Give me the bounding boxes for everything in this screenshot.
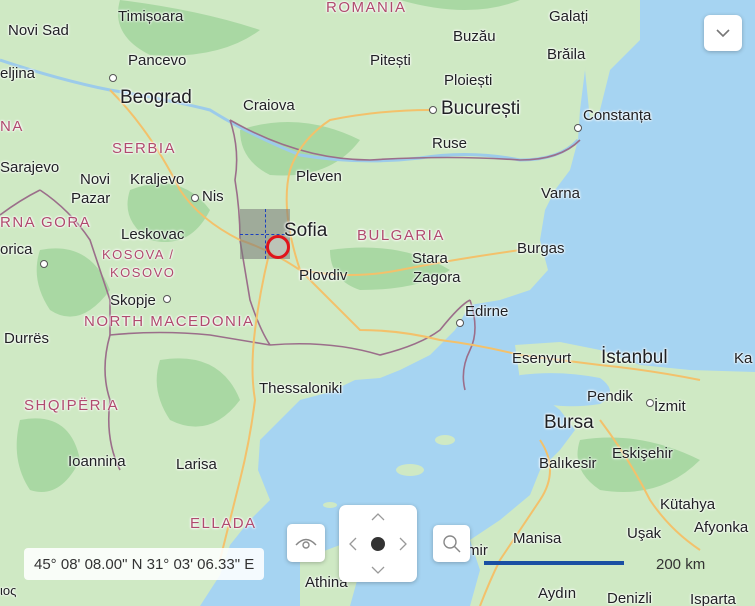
city-dot: [646, 399, 654, 407]
city-label: Ioannina: [68, 453, 126, 470]
city-label: Ruse: [432, 135, 468, 152]
city-dot: [109, 74, 117, 82]
city-label: Pitești: [370, 52, 411, 69]
city-label: İstanbul: [601, 347, 668, 368]
navigation-pad[interactable]: [339, 505, 417, 582]
city-label: Novi: [80, 171, 111, 188]
city-label: Zagora: [413, 269, 461, 286]
country-label: KOSOVO: [110, 265, 176, 280]
city-dot: [163, 295, 171, 303]
coordinates-text: 45° 08' 08.00" N 31° 03' 06.33" E: [34, 555, 255, 573]
country-label: KOSOVA /: [102, 247, 175, 262]
chevron-down-icon: [716, 29, 730, 38]
city-label: Sarajevo: [0, 159, 60, 176]
city-dot: [456, 319, 464, 327]
country-label: NORTH MACEDONIA: [84, 313, 255, 330]
city-label: Buzău: [453, 28, 496, 45]
city-dot: [40, 260, 48, 268]
city-label: Craiova: [243, 97, 295, 114]
city-label: Durrës: [4, 330, 50, 347]
pan-left-icon: [349, 537, 357, 551]
pan-up-icon: [371, 513, 385, 521]
city-dot: [191, 194, 199, 202]
city-label: Brăila: [547, 46, 586, 63]
city-label: Edirne: [465, 303, 509, 320]
city-label: Sofia: [284, 220, 328, 241]
city-label: București: [441, 98, 521, 119]
country-label: BULGARIA: [357, 227, 445, 244]
city-label: Manisa: [513, 530, 562, 547]
city-dot: [574, 124, 582, 132]
coordinates-readout: 45° 08' 08.00" N 31° 03' 06.33" E: [24, 548, 265, 580]
city-label: Varna: [541, 185, 580, 202]
country-label: NA: [0, 118, 24, 135]
city-label: Bursa: [544, 412, 594, 433]
city-label: Burgas: [517, 240, 565, 257]
scale-bar: [484, 561, 624, 565]
city-label: Isparta: [690, 591, 736, 606]
country-label: SERBIA: [112, 140, 177, 157]
city-label: Ploiești: [444, 72, 493, 89]
city-label: Larisa: [176, 456, 217, 473]
city-label: Afyonka: [694, 519, 749, 536]
city-label: Plovdiv: [299, 267, 348, 284]
pan-down-icon: [371, 566, 385, 574]
city-label: İzmit: [654, 398, 686, 415]
city-label: orica: [0, 241, 33, 258]
city-label: Nis: [202, 188, 224, 205]
selection-crosshair-h: [240, 234, 290, 235]
city-label: ιος: [0, 583, 17, 598]
city-label: Esenyurt: [512, 350, 572, 367]
city-label: Kütahya: [660, 496, 716, 513]
city-label: Thessaloniki: [259, 380, 343, 397]
city-label: Uşak: [627, 525, 662, 542]
city-label: eljina: [0, 65, 36, 82]
city-label: Denizli: [607, 590, 653, 606]
city-label: Pazar: [71, 190, 111, 207]
city-label: Kraljevo: [130, 171, 185, 188]
map-viewport[interactable]: ROMANIA NA SERBIA RNA GORA BULGARIA KOSO…: [0, 0, 755, 606]
city-label: Eskişehir: [612, 445, 673, 462]
city-dot: [429, 106, 437, 114]
city-label: Aydın: [538, 585, 577, 602]
center-dot-icon: [371, 537, 385, 551]
city-label: Galați: [549, 8, 589, 25]
city-label: Novi Sad: [8, 22, 69, 39]
scale-label: 200 km: [656, 556, 706, 573]
country-label: ELLADA: [190, 515, 257, 532]
eye-icon: [295, 538, 317, 549]
pan-right-icon: [399, 537, 407, 551]
country-label: RNA GORA: [0, 214, 92, 231]
city-label: Pancevo: [128, 52, 187, 69]
search-button[interactable]: [433, 525, 470, 562]
city-label: mir: [467, 542, 488, 559]
map-menu-button[interactable]: [704, 15, 742, 51]
search-icon: [442, 534, 460, 552]
city-label: Beograd: [120, 87, 192, 108]
city-label: Constanța: [583, 107, 652, 124]
dpad-icon: [349, 513, 407, 574]
city-label: Timișoara: [118, 8, 184, 25]
view-toggle-button[interactable]: [287, 524, 325, 562]
city-label: Pleven: [296, 168, 342, 185]
city-label: Stara: [412, 250, 448, 267]
city-label: Leskovac: [121, 226, 185, 243]
city-label: Pendik: [587, 388, 633, 405]
country-label: SHQIPËRIA: [24, 397, 120, 414]
city-label: Balıkesir: [539, 455, 597, 472]
country-label: ROMANIA: [326, 0, 407, 16]
city-label: Skopje: [110, 292, 156, 309]
city-label: Ka: [734, 350, 753, 367]
